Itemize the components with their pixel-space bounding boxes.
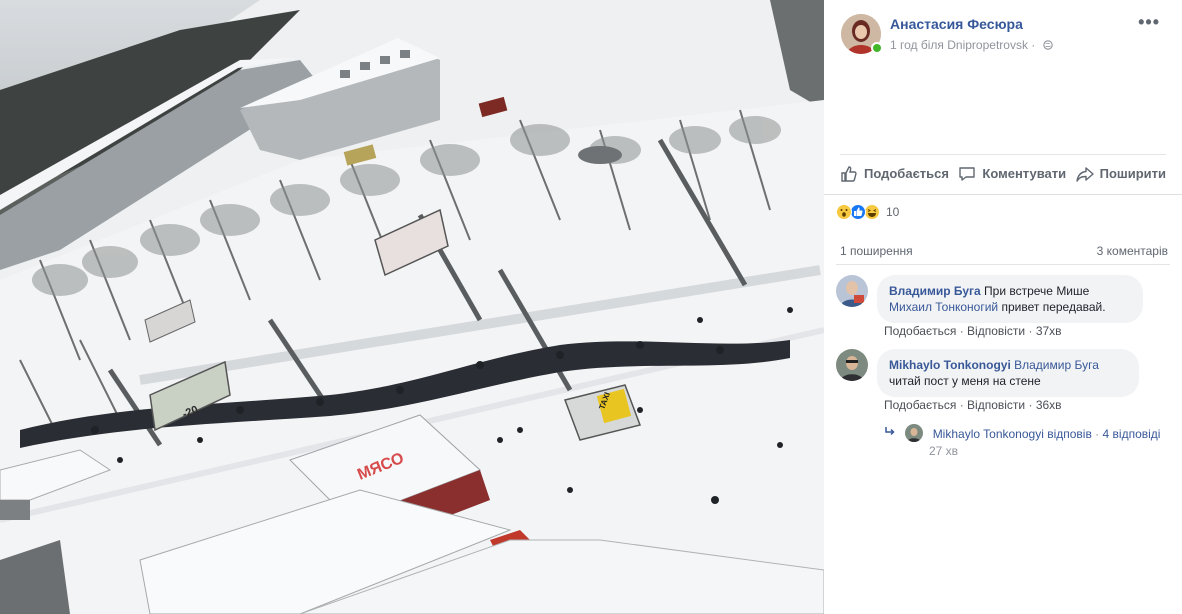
like-button[interactable]: Подобається [840,165,949,183]
comments-count-link[interactable]: 3 коментарів [1097,244,1168,258]
comment-author[interactable]: Владимир Буга [889,284,981,298]
comment-icon [959,166,976,181]
reactions-summary[interactable]: 10 [836,204,899,220]
like-icon [850,204,866,220]
comment-time[interactable]: 37хв [1036,324,1062,338]
comment-author[interactable]: Mikhaylo Tonkonogyi [889,358,1011,372]
comment-text: При встрече Мише [984,284,1090,298]
comment-like-link[interactable]: Подобається [884,398,956,412]
replies-author-text: Mikhaylo Tonkonogyi відповів [932,427,1092,441]
comment-text-end: привет передавай. [1001,300,1106,314]
comment-button[interactable]: Коментувати [958,165,1066,183]
post-action-bar: Подобається Коментувати Поширити [840,154,1166,192]
thumbs-up-icon [841,165,857,182]
replies-time: 27 хв [929,444,959,458]
share-button[interactable]: Поширити [1075,165,1166,183]
separator-dot: · [1031,38,1039,52]
comment-label: Коментувати [982,166,1067,181]
snowy-street-queue-image: -20 TAXI МЯСО [0,0,824,614]
replies-count: 4 відповіді [1102,427,1161,441]
globe-icon[interactable] [1042,40,1053,50]
post-stats: 1 поширення 3 коментарів [840,244,1168,258]
wow-icon [836,204,852,220]
comment-reply-link[interactable]: Відповісти [967,324,1025,338]
comment-bubble: Владимир Буга При встрече Мише Михаил То… [877,275,1143,323]
more-options-button[interactable]: ••• [1138,13,1160,31]
comment-time[interactable]: 36хв [1036,398,1062,412]
section-divider [824,194,1182,195]
comment-actions: Подобається · Відповісти · 37хв [884,324,1062,338]
view-replies-link[interactable]: Mikhaylo Tonkonogyi відповів · 4 відпові… [884,424,1160,442]
commenter-avatar[interactable] [836,275,868,307]
comment-actions: Подобається · Відповісти · 36хв [884,398,1062,412]
like-label: Подобається [864,166,949,181]
stats-divider [836,264,1170,265]
post-photo[interactable]: -20 TAXI МЯСО [0,0,824,614]
share-label: Поширити [1099,166,1166,181]
comment-like-link[interactable]: Подобається [884,324,956,338]
shares-count-link[interactable]: 1 поширення [840,244,913,258]
share-icon [1075,166,1094,182]
online-status-dot [871,42,883,54]
comment-text: читай пост у меня на стене [889,374,1041,388]
reply-avatar [905,424,924,442]
author-name[interactable]: Анастасия Фесюра [890,16,1023,32]
reply-arrow-icon [884,426,896,441]
post-side-panel: Анастасия Фесюра 1 год біля Dnipropetrov… [824,0,1182,614]
comment-reply-link[interactable]: Відповісти [967,398,1025,412]
commenter-avatar[interactable] [836,349,868,381]
post-header: Анастасия Фесюра 1 год біля Dnipropetrov… [841,13,1170,58]
reaction-count: 10 [886,205,900,219]
comment-mention[interactable]: Михаил Тонконогий [889,300,998,314]
post-meta: 1 год біля Dnipropetrovsk · [890,38,1053,52]
comment-mention[interactable]: Владимир Буга [1014,358,1099,372]
comment-bubble: Mikhaylo Tonkonogyi Владимир Буга читай … [877,349,1139,397]
haha-icon [864,204,880,220]
post-time-location[interactable]: 1 год біля Dnipropetrovsk [890,38,1028,52]
